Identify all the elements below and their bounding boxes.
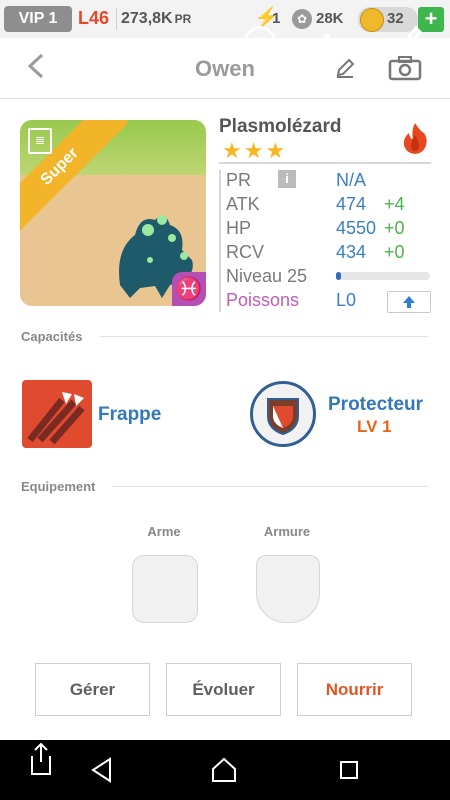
vip-badge[interactable]: VIP 1 [4, 6, 72, 32]
manage-button[interactable]: Gérer [35, 663, 150, 716]
energy-count: 1 [272, 10, 281, 27]
feed-button[interactable]: Nourrir [297, 663, 412, 716]
stat-row-atk: ATK 474 +4 [226, 194, 436, 216]
stat-label: ATK [226, 194, 260, 214]
weapon-slot[interactable] [132, 555, 198, 623]
stats-vertical-line [219, 170, 221, 312]
stat-value: N/A [336, 170, 367, 190]
fire-element-icon [400, 121, 430, 155]
stat-row-hp: HP 4550 +0 [226, 218, 436, 240]
share-icon[interactable] [28, 742, 54, 776]
text-tool-label[interactable]: Aa [318, 28, 351, 59]
armor-slot[interactable] [256, 555, 320, 623]
edit-icon[interactable] [335, 58, 355, 78]
divider [116, 8, 117, 30]
evolve-button[interactable]: Évoluer [166, 663, 281, 716]
star-rating: ★★★ [222, 138, 288, 163]
stat-bonus: +4 [384, 194, 405, 214]
section-divider [112, 486, 428, 487]
player-level: L46 [78, 8, 110, 28]
weapon-label: Arme [147, 524, 181, 539]
abilities-heading: Capacités [21, 329, 83, 344]
stats-divider [219, 162, 431, 164]
nav-recent-apps-icon[interactable] [340, 761, 358, 779]
level-progress-fill [336, 272, 341, 280]
stat-label: PR [226, 170, 252, 190]
armor-label: Armure [263, 524, 311, 539]
fish-value: L0 [336, 290, 357, 310]
document-icon[interactable]: ≣ [28, 128, 52, 154]
power-readout: 273,8K PR [121, 10, 191, 28]
power-value: 273,8K [121, 10, 173, 27]
page-title: Owen [195, 56, 255, 81]
up-arrow-icon [403, 296, 415, 308]
stat-value: 4550 [336, 218, 377, 238]
power-unit: PR [174, 12, 192, 26]
stat-value: 474 [336, 194, 367, 214]
header-divider [0, 98, 450, 99]
level-progress-bar [336, 272, 430, 280]
stat-label: HP [226, 218, 252, 238]
equipment-heading: Equipement [21, 479, 96, 494]
shield-ability-icon[interactable] [250, 381, 316, 447]
upgrade-fish-button[interactable] [387, 291, 431, 313]
monster-name: Plasmolézard [219, 116, 342, 137]
info-button[interactable]: i [278, 170, 296, 188]
camera-icon[interactable] [388, 55, 422, 81]
nav-home-icon[interactable] [210, 756, 238, 784]
stat-row-rcv: RCV 434 +0 [226, 242, 436, 264]
stat-label: RCV [226, 242, 265, 262]
ability-level: LV 1 [357, 417, 392, 436]
ability-name[interactable]: Frappe [98, 404, 161, 426]
stat-bonus: +0 [384, 242, 405, 262]
fish-label: Poissons [226, 290, 300, 310]
coin-icon [360, 8, 384, 32]
ability-name[interactable]: Protecteur [328, 394, 423, 416]
food-count: 28K [316, 10, 344, 27]
stat-value: 434 [336, 242, 367, 262]
stat-row-pr: PR N/A [226, 170, 436, 192]
zodiac-icon: ♓ [172, 272, 206, 306]
monster-card[interactable]: Super ≣ ♓ [20, 120, 206, 306]
smiley-icon[interactable] [244, 26, 276, 58]
stat-bonus: +0 [384, 218, 405, 238]
paw-icon: ✿ [292, 9, 312, 29]
level-label: Niveau 25 [226, 266, 308, 286]
nav-back-icon[interactable] [90, 757, 112, 783]
section-divider [100, 336, 428, 337]
strike-ability-icon[interactable] [22, 380, 92, 448]
